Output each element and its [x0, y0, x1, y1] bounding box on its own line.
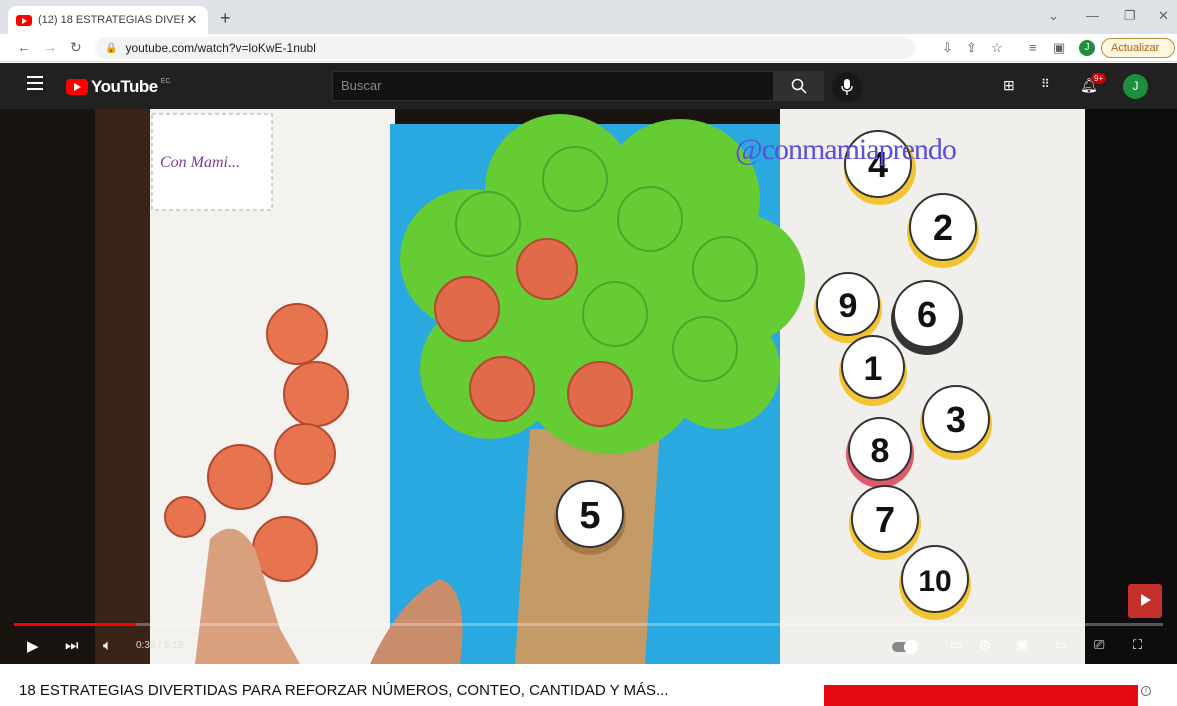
progress-played: [14, 623, 136, 626]
banner-ad[interactable]: [824, 685, 1138, 706]
country-code: EC: [160, 77, 171, 85]
back-icon[interactable]: ←: [17, 39, 31, 55]
browser-tab[interactable]: (12) 18 ESTRATEGIAS DIVERTIDA ✕: [8, 6, 208, 34]
youtube-logo[interactable]: YouTube EC: [66, 77, 170, 97]
tab-close-icon[interactable]: ✕: [184, 12, 200, 28]
search-input[interactable]: Buscar: [332, 71, 774, 101]
trunk-token-5: 5: [579, 495, 600, 537]
browser-toolbar: ← → ↻ 🔒 youtube.com/watch?v=loKwE-1nubl …: [0, 34, 1177, 62]
address-bar[interactable]: 🔒 youtube.com/watch?v=loKwE-1nubl: [95, 37, 915, 59]
reload-icon[interactable]: ↻: [70, 39, 82, 56]
notification-badge: 9+: [1091, 73, 1107, 84]
settings-gear-icon[interactable]: ⚙: [978, 637, 991, 655]
video-watermark: @conmamiaprendo: [735, 133, 957, 166]
search-icon: [791, 78, 807, 94]
new-tab-icon[interactable]: +: [220, 8, 231, 29]
youtube-header: YouTube EC Buscar ⊞ ⠿ 🔔︎ 9+ J: [0, 63, 1177, 109]
install-app-icon[interactable]: ⇩: [942, 40, 953, 56]
youtube-wordmark: YouTube: [91, 77, 158, 96]
miniplayer-icon[interactable]: ▣: [1016, 637, 1028, 653]
video-title: 18 ESTRATEGIAS DIVERTIDAS PARA REFORZAR …: [19, 682, 669, 699]
url-text: youtube.com/watch?v=loKwE-1nubl: [125, 41, 316, 55]
create-video-icon[interactable]: ⊞: [1003, 77, 1015, 94]
tab-search-chevron-icon[interactable]: ⌄: [1048, 8, 1059, 24]
minimize-icon[interactable]: —: [1086, 8, 1099, 23]
bookmark-star-icon[interactable]: ☆: [991, 40, 1003, 56]
next-video-icon[interactable]: ⏭: [65, 637, 79, 654]
update-button[interactable]: Actualizar: [1101, 38, 1175, 58]
tab-title: (12) 18 ESTRATEGIAS DIVERTIDA: [38, 14, 184, 26]
player-controls: ▶ ⏭ 🔈︎ 0:33 / 5:19 ▭ ⚙ ▣ ▭ ⎚ ⛶: [0, 629, 1177, 664]
theater-mode-icon[interactable]: ▭: [1055, 637, 1067, 653]
progress-bar[interactable]: [14, 623, 1163, 626]
restore-icon[interactable]: ❐: [1124, 8, 1136, 24]
search-button[interactable]: [774, 71, 824, 101]
browser-tabstrip: (12) 18 ESTRATEGIAS DIVERTIDA ✕ + ⌄ — ❐ …: [0, 0, 1177, 34]
token-1: 1: [864, 350, 883, 388]
video-player[interactable]: Con Mami... 4 2 9 6 1 3 8 7 10 5 @conmam…: [0, 109, 1177, 664]
volume-icon[interactable]: 🔈︎: [103, 637, 112, 654]
reading-list-icon[interactable]: ≡: [1029, 40, 1037, 55]
token-9: 9: [839, 287, 858, 325]
token-7: 7: [875, 499, 895, 540]
youtube-play-logo-icon: [66, 79, 88, 95]
token-3: 3: [946, 399, 966, 440]
side-panel-icon[interactable]: ▣: [1053, 40, 1065, 56]
video-frame: Con Mami... 4 2 9 6 1 3 8 7 10 5: [0, 109, 1177, 664]
subtitles-icon[interactable]: ▭: [950, 637, 962, 653]
fullscreen-icon[interactable]: ⛶: [1133, 637, 1142, 653]
youtube-favicon-icon: [16, 14, 32, 26]
token-2: 2: [933, 207, 953, 248]
subscribe-watermark-icon[interactable]: [1128, 584, 1162, 618]
channel-logo-caption: Con Mami...: [160, 154, 240, 171]
token-8: 8: [871, 432, 890, 470]
menu-icon[interactable]: [27, 76, 43, 90]
play-icon[interactable]: ▶: [27, 637, 39, 655]
time-display: 0:33 / 5:19: [136, 640, 184, 651]
share-icon[interactable]: ⇪: [966, 40, 977, 56]
token-6: 6: [917, 294, 937, 335]
window-close-icon[interactable]: ✕: [1158, 8, 1169, 24]
microphone-icon: [841, 79, 853, 95]
profile-avatar-small[interactable]: J: [1079, 40, 1095, 56]
cast-icon[interactable]: ⎚: [1094, 637, 1104, 653]
apps-grid-icon[interactable]: ⠿: [1041, 77, 1050, 91]
autoplay-toggle[interactable]: [892, 640, 918, 654]
forward-icon[interactable]: →: [43, 39, 57, 55]
lock-icon: 🔒: [105, 42, 118, 54]
token-10: 10: [918, 565, 951, 598]
voice-search-button[interactable]: [832, 72, 862, 102]
ad-info-icon[interactable]: i: [1141, 686, 1151, 696]
account-avatar[interactable]: J: [1123, 74, 1148, 99]
